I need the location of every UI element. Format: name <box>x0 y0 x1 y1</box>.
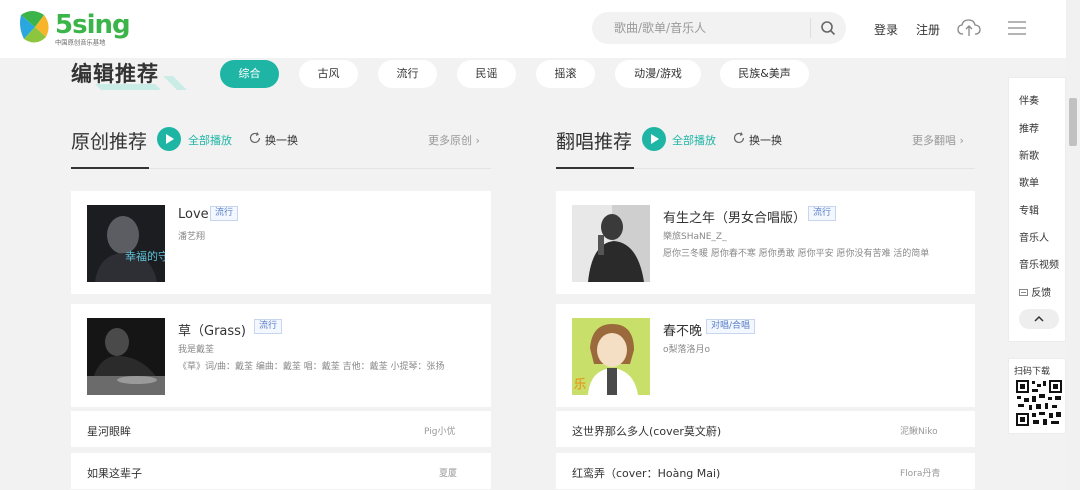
row-title[interactable]: 如果这辈子 <box>87 465 142 481</box>
cover-image-icon <box>87 318 165 395</box>
search-box <box>592 12 846 44</box>
tag-rock[interactable]: 摇滚 <box>536 60 595 88</box>
cover-image-icon: 幸福的守候 <box>87 205 165 282</box>
page-scrollbar[interactable] <box>1066 0 1080 490</box>
genre-tag[interactable]: 流行 <box>808 206 837 221</box>
genre-tag[interactable]: 流行 <box>254 319 283 334</box>
row-artist[interactable]: Pig小优 <box>424 424 455 437</box>
logo-subtitle: 中国原创音乐基地 <box>55 38 106 47</box>
logo-text: 5sing <box>55 10 131 40</box>
more-original-link[interactable]: 更多原创 › <box>428 132 480 148</box>
chevron-right-icon: › <box>475 134 480 147</box>
song-card[interactable]: 幸福的守候 Love 流行 潘艺翔 <box>71 191 491 294</box>
genre-tag[interactable]: 对唱/合唱 <box>706 319 756 334</box>
more-cover-label: 更多翻唱 <box>912 134 956 147</box>
tag-pop[interactable]: 流行 <box>378 60 437 88</box>
float-nav-music-videos[interactable]: 音乐视频 <box>1019 256 1059 271</box>
song-description: 愿你三冬暖 愿你春不寒 愿你勇敢 愿你平安 愿你没有苦难 活的简单 <box>663 249 930 259</box>
song-title[interactable]: 草（Grass) <box>178 320 246 339</box>
tag-all[interactable]: 综合 <box>220 60 279 88</box>
cover-text: 幸福的守候 <box>125 249 165 263</box>
artist-name[interactable]: o梨落洛月o <box>663 342 710 355</box>
song-cover[interactable]: 幸福的守候 <box>87 205 165 282</box>
tag-ethnic-bel-canto[interactable]: 民族&美声 <box>720 60 809 88</box>
refresh-original-icon[interactable] <box>249 132 261 144</box>
active-underline <box>71 167 149 169</box>
row-artist[interactable]: 夏厦 <box>439 466 457 479</box>
feedback-icon <box>1019 289 1028 296</box>
genre-tag[interactable]: 流行 <box>210 206 239 221</box>
cover-image-icon: 乐 <box>572 318 650 395</box>
row-artist[interactable]: 泥鳅Niko <box>900 424 938 437</box>
list-item[interactable]: 红鸾弄（cover：Hoàng Mai) Flora丹青 <box>556 453 975 489</box>
active-underline <box>556 167 634 169</box>
search-icon[interactable] <box>820 20 836 36</box>
search-input[interactable] <box>592 12 808 44</box>
upload-cloud-icon[interactable] <box>957 17 981 39</box>
floating-nav: 伴奏 推荐 新歌 歌单 专辑 音乐人 音乐视频 反馈 <box>1008 77 1066 342</box>
float-nav-feedback-item[interactable]: 反馈 <box>1019 284 1051 299</box>
qr-label: 扫码下载 <box>1014 367 1051 377</box>
scrollbar-thumb[interactable] <box>1069 98 1077 146</box>
song-cover[interactable] <box>87 318 165 395</box>
song-card[interactable]: 乐 春不晚 对唱/合唱 o梨落洛月o <box>556 304 975 407</box>
logo-mark-icon <box>20 11 49 43</box>
artist-name[interactable]: 我是戴荃 <box>178 342 214 355</box>
refresh-cover[interactable]: 换一换 <box>749 132 782 148</box>
float-nav-playlists[interactable]: 歌单 <box>1019 174 1039 189</box>
tag-folk[interactable]: 民谣 <box>457 60 516 88</box>
song-description: 《草》词/曲：戴荃 编曲：戴荃 唱：戴荃 吉他：戴荃 小提琴：张扬 <box>178 362 445 372</box>
chevron-up-icon <box>1034 315 1044 322</box>
refresh-cover-icon[interactable] <box>733 132 745 144</box>
qr-download-box[interactable]: 扫码下载 <box>1008 358 1066 434</box>
list-item[interactable]: 星河眼眸 Pig小优 <box>71 411 491 447</box>
song-card[interactable]: 草（Grass) 流行 我是戴荃 《草》词/曲：戴荃 编曲：戴荃 唱：戴荃 吉他… <box>71 304 491 407</box>
float-nav-recommend[interactable]: 推荐 <box>1019 120 1039 135</box>
qr-code-icon <box>1015 379 1063 427</box>
login-link[interactable]: 登录 <box>874 21 898 38</box>
float-nav-feedback: 反馈 <box>1031 288 1052 299</box>
play-all-original-icon[interactable] <box>157 127 181 151</box>
refresh-original[interactable]: 换一换 <box>265 132 298 148</box>
cover-title: 翻唱推荐 <box>556 131 633 153</box>
cover-image-icon <box>572 205 650 282</box>
original-title: 原创推荐 <box>71 131 148 153</box>
cover-text: 乐 <box>574 376 586 391</box>
float-nav-new-songs[interactable]: 新歌 <box>1019 147 1039 162</box>
tag-ancient[interactable]: 古风 <box>299 60 358 88</box>
float-nav-albums[interactable]: 专辑 <box>1019 202 1039 217</box>
chevron-right-icon: › <box>959 134 964 147</box>
more-original-label: 更多原创 <box>428 134 472 147</box>
play-all-original[interactable]: 全部播放 <box>188 132 232 148</box>
more-cover-link[interactable]: 更多翻唱 › <box>912 132 964 148</box>
play-all-cover-icon[interactable] <box>642 127 666 151</box>
register-link[interactable]: 注册 <box>916 21 940 38</box>
float-nav-musicians[interactable]: 音乐人 <box>1019 229 1049 244</box>
list-item[interactable]: 这世界那么多人(cover莫文蔚) 泥鳅Niko <box>556 411 975 447</box>
artist-name[interactable]: 潘艺翔 <box>178 229 205 242</box>
back-to-top-button[interactable] <box>1019 309 1059 329</box>
row-title[interactable]: 这世界那么多人(cover莫文蔚) <box>572 423 721 439</box>
tag-anime-game[interactable]: 动漫/游戏 <box>615 60 701 88</box>
row-title[interactable]: 红鸾弄（cover：Hoàng Mai) <box>572 465 720 481</box>
play-all-cover[interactable]: 全部播放 <box>672 132 716 148</box>
song-cover[interactable]: 乐 <box>572 318 650 395</box>
song-title[interactable]: Love <box>178 207 209 222</box>
song-title[interactable]: 春不晚 <box>663 320 702 339</box>
row-title[interactable]: 星河眼眸 <box>87 423 131 439</box>
artist-name[interactable]: 樂旅SHaNE_Z_ <box>663 229 727 242</box>
menu-icon[interactable] <box>1007 20 1027 36</box>
section-title-editor-picks: 编辑推荐 <box>71 62 159 86</box>
song-title[interactable]: 有生之年（男女合唱版） <box>663 207 806 226</box>
logo[interactable]: 5sing 中国原创音乐基地 <box>18 9 131 49</box>
song-cover[interactable] <box>572 205 650 282</box>
top-header: 5sing 中国原创音乐基地 登录 注册 <box>0 0 1066 58</box>
song-card[interactable]: 有生之年（男女合唱版） 流行 樂旅SHaNE_Z_ 愿你三冬暖 愿你春不寒 愿你… <box>556 191 975 294</box>
row-artist[interactable]: Flora丹青 <box>900 466 940 479</box>
list-item[interactable]: 如果这辈子 夏厦 <box>71 453 491 489</box>
float-nav-accompaniment[interactable]: 伴奏 <box>1019 92 1039 107</box>
search-divider <box>810 18 811 38</box>
